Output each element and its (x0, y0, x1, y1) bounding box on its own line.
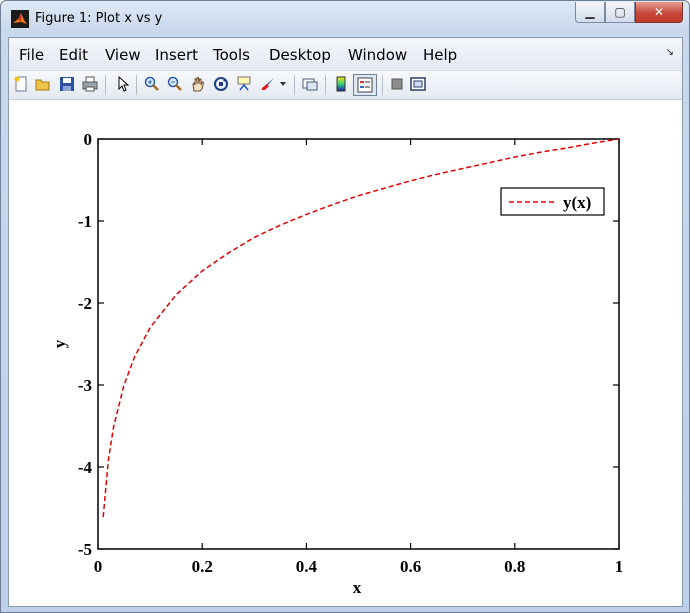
x-tick-label: 0.2 (192, 557, 213, 576)
hide-plot-tools-icon[interactable] (388, 75, 406, 93)
y-tick-label: -4 (78, 458, 93, 477)
y-tick-label: -1 (78, 212, 92, 231)
zoom-out-icon[interactable] (166, 75, 184, 93)
menu-help[interactable]: Help (423, 46, 457, 64)
menu-window[interactable]: Window (348, 46, 407, 64)
toolbar-separator (105, 75, 106, 95)
data-cursor-icon[interactable] (235, 75, 253, 93)
legend[interactable]: y(x) (500, 187, 605, 216)
menu-tools[interactable]: Tools (213, 46, 250, 64)
print-icon[interactable] (81, 75, 99, 93)
menu-insert[interactable]: Insert (155, 46, 198, 64)
pan-hand-icon[interactable] (189, 75, 207, 93)
new-figure-icon[interactable] (12, 75, 30, 93)
save-icon[interactable] (58, 75, 76, 93)
x-axis-label: x (353, 578, 362, 597)
menu-edit[interactable]: Edit (59, 46, 88, 64)
x-tick-label: 0.8 (504, 557, 525, 576)
chevron-down-icon[interactable] (278, 75, 288, 93)
open-file-icon[interactable] (34, 75, 52, 93)
y-tick-label: 0 (84, 130, 93, 149)
figure-canvas: 0 0.2 0.4 0.6 0.8 1 0 -1 -2 -3 -4 -5 x y y(x) (9, 100, 682, 606)
menu-desktop[interactable]: Desktop (269, 46, 331, 64)
menu-file[interactable]: File (19, 46, 44, 64)
show-plot-tools-icon[interactable] (409, 75, 427, 93)
menu-bar: File Edit View Insert Tools Desktop Wind… (9, 38, 682, 71)
x-tick-label: 0.6 (400, 557, 421, 576)
close-button[interactable]: ✕ (635, 2, 683, 23)
x-tick-label: 0.4 (296, 557, 318, 576)
window-title: Figure 1: Plot x vs y (35, 11, 163, 26)
toolbar-separator (294, 75, 295, 95)
x-tick-label: 0 (94, 557, 103, 576)
y-tick-label: -3 (78, 376, 92, 395)
dock-arrow-icon[interactable]: ↘ (666, 47, 674, 58)
x-tick-label: 1 (615, 557, 624, 576)
brush-icon[interactable] (259, 75, 277, 93)
rotate-3d-icon[interactable] (212, 75, 230, 93)
title-bar[interactable]: Figure 1: Plot x vs y ▁ ▢ ✕ (1, 1, 689, 37)
y-tick-label: -2 (78, 294, 92, 313)
figure-window: Figure 1: Plot x vs y ▁ ▢ ✕ File Edit Vi… (0, 0, 690, 613)
figure-toolbar (9, 71, 682, 100)
y-axis-label: y (50, 339, 69, 348)
minimize-button[interactable]: ▁ (575, 2, 605, 23)
pointer-icon[interactable] (113, 75, 131, 93)
plot-svg: 0 0.2 0.4 0.6 0.8 1 0 -1 -2 -3 -4 -5 x y y(x) (50, 130, 624, 597)
legend-icon[interactable] (353, 74, 377, 96)
legend-entry-label: y(x) (563, 193, 591, 212)
toolbar-separator (325, 75, 326, 95)
zoom-in-icon[interactable] (143, 75, 161, 93)
y-tick-label: -5 (78, 540, 92, 559)
maximize-button[interactable]: ▢ (605, 2, 635, 23)
figure-client-area: File Edit View Insert Tools Desktop Wind… (8, 37, 683, 607)
colorbar-icon[interactable] (332, 75, 350, 93)
toolbar-separator (136, 75, 137, 95)
link-plot-icon[interactable] (301, 75, 319, 93)
menu-view[interactable]: View (105, 46, 141, 64)
matlab-icon (11, 10, 29, 28)
toolbar-separator (382, 75, 383, 95)
